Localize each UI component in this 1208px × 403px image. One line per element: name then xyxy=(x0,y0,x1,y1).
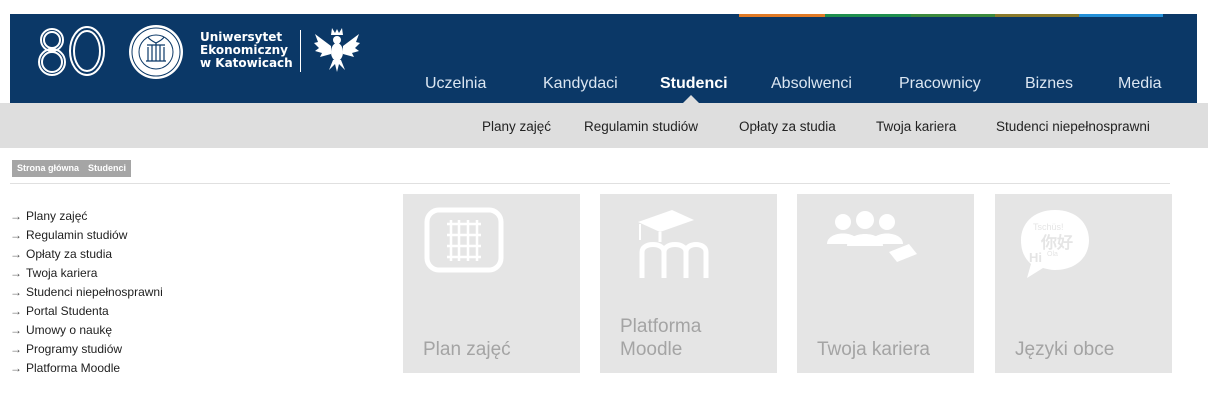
tile-label: Twoja kariera xyxy=(817,339,930,360)
subnav-oplaty-za-studia[interactable]: Opłaty za studia xyxy=(739,119,836,134)
university-name-line-3: w Katowicach xyxy=(200,56,293,70)
moodle-icon xyxy=(620,204,720,287)
sidebar-item-label: Studenci niepełnosprawni xyxy=(26,285,163,299)
nav-studenci[interactable]: Studenci xyxy=(660,75,728,93)
sidebar-item-umowy-o-nauke[interactable]: → Umowy o naukę xyxy=(10,321,163,340)
nav-biznes[interactable]: Biznes xyxy=(1025,75,1073,93)
sidebar-item-portal-studenta[interactable]: → Portal Studenta xyxy=(10,302,163,321)
subnav-regulamin-studiow[interactable]: Regulamin studiów xyxy=(584,119,698,134)
arrow-right-icon: → xyxy=(10,228,22,242)
nav-media[interactable]: Media xyxy=(1118,75,1162,93)
people-icon xyxy=(817,204,927,279)
color-stripe-orange xyxy=(739,14,825,17)
arrow-right-icon: → xyxy=(10,285,22,299)
sidebar-item-regulamin-studiow[interactable]: → Regulamin studiów xyxy=(10,226,163,245)
arrow-right-icon: → xyxy=(10,361,22,375)
arrow-right-icon: → xyxy=(10,247,22,261)
sidebar-item-oplaty-za-studia[interactable]: → Opłaty za studia xyxy=(10,245,163,264)
sidebar-menu: → Plany zajęć → Regulamin studiów → Opłaty … xyxy=(10,207,163,378)
active-nav-indicator xyxy=(683,95,699,103)
arrow-right-icon: → xyxy=(10,209,22,223)
arrow-right-icon: → xyxy=(10,266,22,280)
anniversary-80-logo[interactable]: 80 xyxy=(32,24,108,82)
tile-label: Plan zajęć xyxy=(423,339,511,360)
svg-text:Hi: Hi xyxy=(1029,250,1042,265)
color-stripe-green xyxy=(825,14,911,17)
sidebar-item-label: Platforma Moodle xyxy=(26,361,121,375)
sidebar-item-label: Opłaty za studia xyxy=(26,247,113,261)
tile-label: Języki obce xyxy=(1015,339,1115,360)
tile-plan-zajec[interactable]: Plan zajęć xyxy=(403,194,580,373)
sidebar-item-label: Plany zajęć xyxy=(26,209,88,223)
nav-kandydaci[interactable]: Kandydaci xyxy=(543,75,618,93)
arrow-right-icon: → xyxy=(10,323,22,337)
subnav-twoja-kariera[interactable]: Twoja kariera xyxy=(876,119,956,134)
sidebar-item-studenci-niepelnosprawni[interactable]: → Studenci niepełnosprawni xyxy=(10,283,163,302)
sidebar-item-programy-studiow[interactable]: → Programy studiów xyxy=(10,340,163,359)
polish-eagle-emblem xyxy=(312,26,362,79)
calendar-grid-icon xyxy=(423,204,505,279)
sidebar-item-plany-zajec[interactable]: → Plany zajęć xyxy=(10,207,163,226)
nav-uczelnia[interactable]: Uczelnia xyxy=(425,75,486,93)
svg-text:Tschüs!: Tschüs! xyxy=(1033,222,1064,232)
sidebar-item-label: Regulamin studiów xyxy=(26,228,128,242)
logo-divider xyxy=(300,30,301,72)
color-stripe-green-2 xyxy=(911,14,995,17)
arrow-right-icon: → xyxy=(10,304,22,318)
tile-jezyki-obce[interactable]: Tschüs! 你好 Hi Ola Języki obce xyxy=(995,194,1172,373)
breadcrumb-studenci[interactable]: Studenci xyxy=(83,160,132,177)
subnav-plany-zajec[interactable]: Plany zajęć xyxy=(482,119,551,134)
color-stripe-olive xyxy=(995,14,1079,17)
nav-absolwenci[interactable]: Absolwenci xyxy=(771,75,852,93)
nav-pracownicy[interactable]: Pracownicy xyxy=(899,75,981,93)
subnav-studenci-niepelnosprawni[interactable]: Studenci niepełnosprawni xyxy=(996,119,1150,134)
sidebar-item-label: Programy studiów xyxy=(26,342,123,356)
sidebar-item-twoja-kariera[interactable]: → Twoja kariera xyxy=(10,264,163,283)
svg-text:Ola: Ola xyxy=(1047,251,1058,258)
tile-twoja-kariera[interactable]: Twoja kariera xyxy=(797,194,974,373)
breadcrumb-home[interactable]: Strona główna xyxy=(12,160,85,177)
tile-label: Platforma Moodle xyxy=(620,316,702,360)
university-name[interactable]: Uniwersytet Ekonomiczny w Katowicach xyxy=(200,31,293,70)
university-seal-logo[interactable] xyxy=(122,23,190,86)
sidebar-item-label: Portal Studenta xyxy=(26,304,109,318)
color-stripe-blue xyxy=(1079,14,1163,17)
svg-text:80: 80 xyxy=(32,25,34,26)
sidebar-item-label: Umowy o naukę xyxy=(26,323,113,337)
site-header: 80 Uniwersytet Ekonomiczny w Katowicach xyxy=(0,0,1208,103)
languages-speech-icon: Tschüs! 你好 Hi Ola xyxy=(1015,204,1095,289)
sidebar-item-label: Twoja kariera xyxy=(26,266,98,280)
svg-text:你好: 你好 xyxy=(1040,233,1073,252)
breadcrumb-divider xyxy=(10,183,1170,184)
arrow-right-icon: → xyxy=(10,342,22,356)
sidebar-item-platforma-moodle[interactable]: → Platforma Moodle xyxy=(10,359,163,378)
tile-platforma-moodle[interactable]: Platforma Moodle xyxy=(600,194,777,373)
